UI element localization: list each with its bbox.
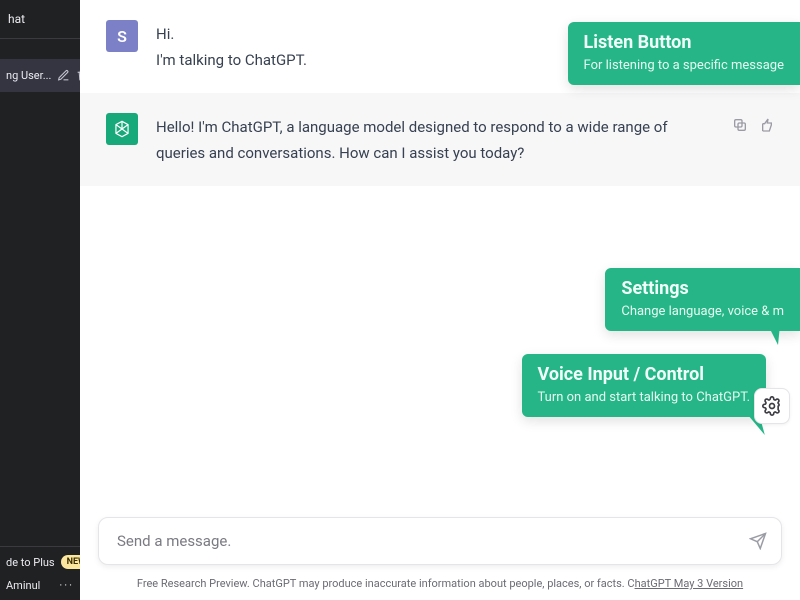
callout-settings: Settings Change language, voice & m [605, 268, 800, 331]
disclaimer-text: Free Research Preview. ChatGPT may produ… [137, 577, 635, 590]
callout-settings-title: Settings [621, 278, 784, 300]
new-chat-label: hat [8, 12, 25, 26]
account-menu[interactable]: Aminul ··· [6, 579, 74, 592]
conversation-title: ng User... [6, 69, 51, 82]
user-avatar: S [106, 20, 138, 52]
chat-history: ng User... [0, 39, 80, 546]
disclaimer: Free Research Preview. ChatGPT may produ… [80, 571, 800, 600]
openai-logo-icon [111, 118, 133, 140]
message-input-placeholder: Send a message. [117, 532, 231, 550]
callout-voice-title: Voice Input / Control [538, 364, 751, 386]
user-initial: S [117, 27, 127, 46]
thumbs-up-icon[interactable] [758, 117, 774, 133]
assistant-message: Hello! I'm ChatGPT, a language model des… [80, 93, 800, 186]
callout-listen-title: Listen Button [584, 32, 784, 54]
sidebar: hat ng User... de to Plus NEW Aminul ··· [0, 0, 80, 600]
composer-area: Send a message. [80, 507, 800, 571]
account-label: Aminul [6, 579, 40, 592]
conversation-item[interactable]: ng User... [0, 59, 80, 92]
callout-listen: Listen Button For listening to a specifi… [568, 22, 800, 85]
assistant-avatar [106, 113, 138, 145]
edit-icon[interactable] [57, 69, 70, 82]
send-icon[interactable] [749, 532, 767, 550]
version-link[interactable]: hatGPT May 3 Version [635, 577, 744, 590]
callout-voice-sub: Turn on and start talking to ChatGPT. [538, 390, 751, 405]
message-input[interactable]: Send a message. [98, 517, 782, 565]
callout-settings-sub: Change language, voice & m [621, 304, 784, 319]
upgrade-label: de to Plus [6, 556, 55, 569]
sidebar-footer: de to Plus NEW Aminul ··· [0, 546, 80, 600]
more-icon[interactable]: ··· [59, 579, 74, 592]
main-panel: S Hi. I'm talking to ChatGPT. Hello! I'm… [80, 0, 800, 600]
callout-voice: Voice Input / Control Turn on and start … [522, 354, 767, 417]
gear-icon [762, 396, 782, 416]
message-actions [732, 113, 774, 166]
settings-button[interactable] [754, 388, 790, 424]
callout-listen-sub: For listening to a specific message [584, 58, 784, 73]
copy-icon[interactable] [732, 117, 748, 133]
assistant-message-body: Hello! I'm ChatGPT, a language model des… [156, 113, 714, 166]
upgrade-button[interactable]: de to Plus NEW [6, 555, 74, 569]
new-badge: NEW [61, 555, 80, 569]
new-chat-button[interactable]: hat [0, 0, 80, 39]
